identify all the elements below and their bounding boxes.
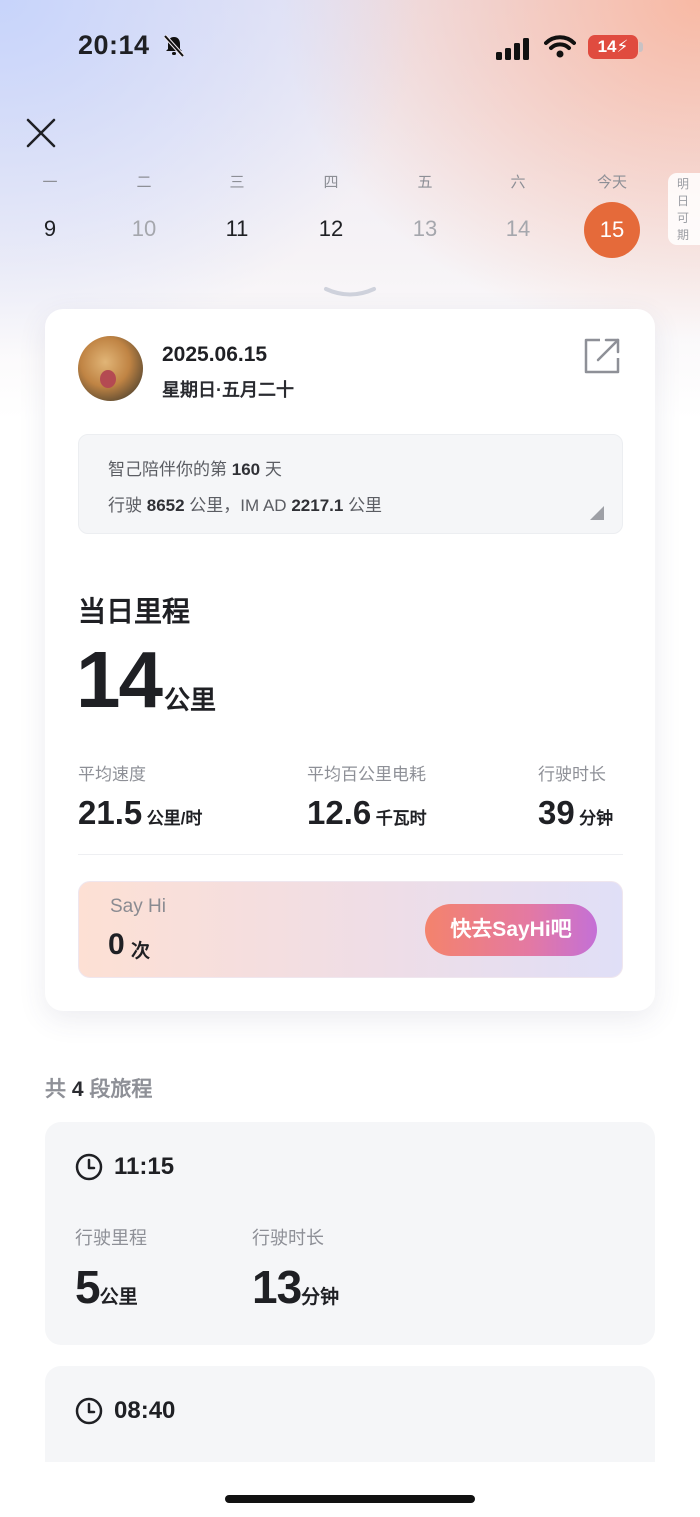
battery-icon: 14⚡ bbox=[588, 35, 638, 59]
day-label: 三 bbox=[229, 174, 245, 191]
trip-distance-label: 行驶里程 bbox=[75, 1228, 147, 1248]
energy-label: 平均百公里电耗 bbox=[307, 765, 426, 784]
today-label: 今天 bbox=[596, 174, 627, 191]
day-label: 一 bbox=[42, 174, 58, 191]
today-selected-day[interactable]: 15 bbox=[584, 202, 640, 258]
home-indicator[interactable] bbox=[225, 1495, 475, 1503]
memo-line-distance: 行驶 8652 公里，IM AD 2217.1 公里 bbox=[108, 491, 382, 516]
avatar[interactable] bbox=[78, 336, 143, 401]
wifi-icon bbox=[544, 35, 576, 58]
trips-header: 共 4 段旅程 bbox=[45, 1073, 152, 1103]
energy-unit: 千瓦时 bbox=[375, 809, 427, 828]
card-date: 2025.06.15 bbox=[162, 343, 268, 366]
close-icon[interactable] bbox=[24, 116, 58, 150]
day-monday[interactable]: 一 9 bbox=[22, 174, 78, 244]
sayhi-title: Say Hi bbox=[110, 896, 166, 917]
trip-start-time: 11:15 bbox=[114, 1153, 175, 1180]
memo-line-companion: 智己陪伴你的第 160 天 bbox=[108, 455, 282, 480]
avg-speed-unit: 公里/时 bbox=[146, 809, 203, 828]
memo-text: 天 bbox=[264, 460, 282, 479]
duration: 39 分钟 bbox=[538, 794, 613, 832]
memo-text: 行驶 bbox=[108, 496, 142, 515]
memo-text: 公里 bbox=[348, 496, 383, 515]
avatar-detail bbox=[100, 370, 116, 388]
avg-speed-value: 21.5 bbox=[78, 794, 143, 831]
bell-muted-icon bbox=[163, 34, 185, 58]
trip-start-time: 08:40 bbox=[114, 1397, 176, 1424]
day-label: 二 bbox=[136, 174, 152, 191]
total-distance: 8652 bbox=[146, 496, 185, 515]
energy: 12.6 千瓦时 bbox=[307, 794, 427, 832]
daily-mileage-title: 当日里程 bbox=[78, 596, 191, 627]
trip-duration-value: 13 bbox=[252, 1261, 302, 1313]
battery-level: 14 bbox=[597, 37, 617, 56]
day-number: 11 bbox=[225, 216, 249, 241]
clock-icon bbox=[75, 1153, 103, 1181]
daily-mileage-unit: 公里 bbox=[164, 685, 217, 715]
duration-unit: 分钟 bbox=[579, 809, 614, 828]
avg-speed: 21.5 公里/时 bbox=[78, 794, 202, 832]
resize-handle-icon[interactable] bbox=[590, 506, 604, 520]
day-today[interactable]: 今天 bbox=[584, 174, 640, 192]
day-label: 五 bbox=[417, 174, 433, 191]
trip-distance-unit: 公里 bbox=[99, 1287, 138, 1308]
companion-days: 160 bbox=[231, 460, 261, 479]
duration-value: 39 bbox=[538, 794, 575, 831]
trip-duration-label: 行驶时长 bbox=[252, 1228, 324, 1248]
battery-tip bbox=[639, 42, 643, 52]
day-number: 14 bbox=[505, 216, 531, 241]
memo-text: 公里，IM AD bbox=[189, 496, 287, 515]
day-thursday[interactable]: 四 12 bbox=[303, 174, 359, 244]
sayhi-unit: 次 bbox=[131, 941, 151, 962]
trip-distance-value: 5 bbox=[75, 1261, 101, 1313]
trips-count: 4 bbox=[71, 1078, 84, 1101]
trip-duration: 13分钟 bbox=[252, 1264, 339, 1310]
day-tuesday[interactable]: 二 10 bbox=[116, 174, 172, 244]
clock-icon bbox=[75, 1397, 103, 1425]
go-sayhi-button[interactable]: 快去SayHi吧 bbox=[425, 904, 597, 956]
day-number: 13 bbox=[412, 216, 438, 241]
trips-header-prefix: 共 bbox=[45, 1078, 66, 1101]
trip-distance: 5公里 bbox=[75, 1264, 138, 1310]
memo-text: 智己陪伴你的第 bbox=[108, 460, 227, 479]
share-icon[interactable] bbox=[582, 336, 622, 376]
day-label: 六 bbox=[510, 174, 526, 191]
card-weekday: 星期日·五月二十 bbox=[162, 380, 294, 400]
bottom-bar bbox=[0, 1462, 700, 1517]
status-time: 20:14 bbox=[78, 30, 150, 60]
avg-speed-label: 平均速度 bbox=[78, 765, 146, 784]
day-number: 9 bbox=[43, 216, 57, 241]
day-number: 12 bbox=[318, 216, 344, 241]
daily-mileage-value: 14 bbox=[76, 635, 163, 724]
day-friday[interactable]: 五 13 bbox=[397, 174, 453, 244]
day-number: 10 bbox=[131, 216, 157, 241]
memo-box[interactable] bbox=[78, 434, 623, 534]
sayhi-count: 0 bbox=[108, 928, 125, 961]
day-wednesday[interactable]: 三 11 bbox=[209, 174, 265, 244]
day-label: 四 bbox=[323, 174, 339, 191]
cellular-signal-icon bbox=[496, 38, 529, 60]
trip-duration-unit: 分钟 bbox=[301, 1287, 340, 1308]
trips-header-suffix: 段旅程 bbox=[89, 1078, 153, 1101]
divider bbox=[78, 854, 623, 855]
duration-label: 行驶时长 bbox=[538, 765, 606, 784]
day-saturday[interactable]: 六 14 bbox=[490, 174, 546, 244]
tomorrow-tab[interactable]: 明日可期 bbox=[668, 173, 700, 245]
imad-distance: 2217.1 bbox=[291, 496, 344, 515]
chevron-down-icon[interactable] bbox=[322, 284, 378, 300]
energy-value: 12.6 bbox=[307, 794, 372, 831]
